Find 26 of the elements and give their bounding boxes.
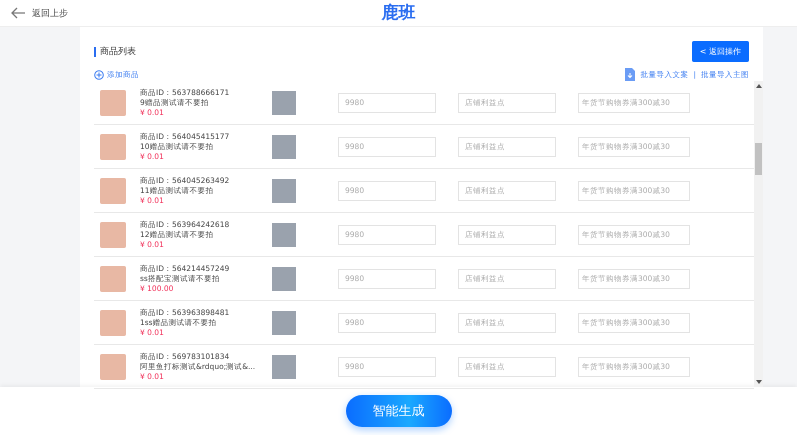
back-arrow-icon [10, 7, 26, 19]
product-photo-placeholder [100, 222, 126, 248]
document-icon [625, 68, 636, 81]
back-link[interactable]: 返回上步 [10, 6, 68, 20]
scroll-up-icon [756, 84, 762, 88]
product-photo-placeholder [100, 266, 126, 292]
photo-placeholder [272, 354, 296, 378]
product-photo-placeholder [100, 178, 126, 204]
scroll-down-icon [756, 380, 762, 384]
product-photo-placeholder [100, 354, 126, 380]
photo-placeholder [272, 178, 296, 202]
scrollbar[interactable] [754, 81, 763, 387]
scrollbar-thumb[interactable] [755, 143, 762, 175]
product-photo-placeholder [100, 134, 126, 160]
plus-circle-icon [94, 70, 104, 80]
section-title: 商品列表 [94, 46, 136, 56]
generate-button[interactable]: 智能生成 [346, 395, 452, 427]
photo-placeholder [272, 90, 296, 114]
product-photo-placeholder [100, 310, 126, 336]
photo-placeholder [272, 310, 296, 334]
photo-placeholder [272, 266, 296, 290]
product-photo-placeholder [100, 90, 126, 116]
photo-placeholder [272, 222, 296, 246]
photo-placeholder [272, 134, 296, 158]
logo: 鹿班 [382, 2, 416, 24]
return-button[interactable]: < 返回操作 [692, 41, 749, 62]
